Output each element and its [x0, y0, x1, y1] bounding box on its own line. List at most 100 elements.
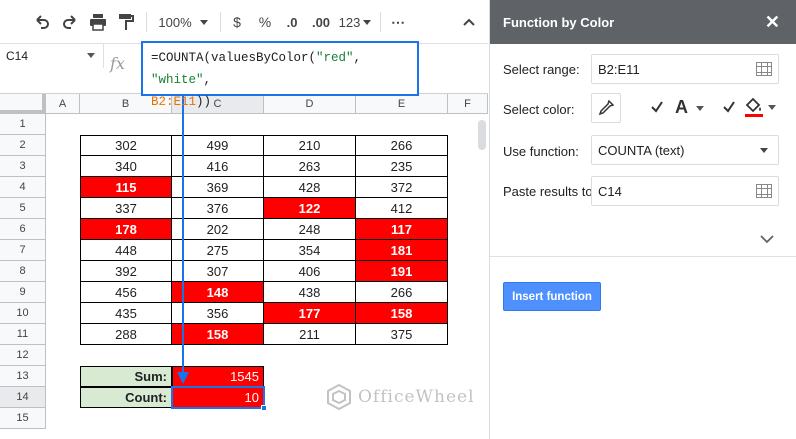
row-header-3[interactable]: 3 [0, 156, 46, 177]
use-function-value: COUNTA (text) [598, 142, 685, 158]
table-cell[interactable]: 288 [80, 324, 172, 345]
table-cell[interactable]: 337 [80, 198, 172, 219]
table-cell[interactable]: 416 [172, 156, 264, 177]
fill-handle[interactable] [261, 405, 267, 411]
table-cell[interactable]: 181 [356, 240, 448, 261]
expand-chevron-down-icon[interactable] [760, 232, 774, 247]
print-icon[interactable] [86, 10, 110, 34]
column-header-d[interactable]: D [264, 94, 356, 114]
table-cell[interactable]: 191 [356, 261, 448, 282]
table-cell[interactable]: 369 [172, 177, 264, 198]
increase-decimal-button[interactable]: .00 [308, 10, 334, 34]
row-header-5[interactable]: 5 [0, 198, 46, 219]
table-cell[interactable]: 302 [80, 135, 172, 156]
currency-button[interactable]: $ [226, 10, 248, 34]
table-cell[interactable]: 158 [356, 303, 448, 324]
table-cell[interactable]: 307 [172, 261, 264, 282]
table-cell[interactable]: 375 [356, 324, 448, 345]
table-cell[interactable]: 340 [80, 156, 172, 177]
decrease-decimal-button[interactable]: .0 [280, 10, 304, 34]
table-cell[interactable]: 117 [356, 219, 448, 240]
table-cell[interactable]: 412 [356, 198, 448, 219]
table-cell[interactable]: 456 [80, 282, 172, 303]
table-cell[interactable]: 435 [80, 303, 172, 324]
vertical-scrollbar[interactable] [478, 120, 486, 150]
table-cell[interactable]: 263 [264, 156, 356, 177]
table-cell[interactable]: 177 [264, 303, 356, 324]
table-cell[interactable]: 354 [264, 240, 356, 261]
table-cell[interactable]: 406 [264, 261, 356, 282]
insert-function-button[interactable]: Insert function [503, 282, 601, 311]
more-formats-button[interactable]: 123 [338, 10, 372, 34]
collapse-chevron-up-icon[interactable] [458, 10, 480, 34]
sum-label-cell[interactable]: Sum: [80, 366, 172, 387]
table-cell[interactable]: 266 [356, 135, 448, 156]
toolbar: 100% $ % .0 .00 123 ⋯ [0, 0, 488, 44]
use-function-select[interactable]: COUNTA (text) [591, 135, 779, 165]
undo-icon[interactable] [30, 10, 54, 34]
table-cell[interactable]: 248 [264, 219, 356, 240]
table-cell[interactable]: 376 [172, 198, 264, 219]
table-cell[interactable]: 158 [172, 324, 264, 345]
select-range-value: B2:E11 [598, 61, 640, 77]
text-color-picker[interactable]: A [675, 97, 705, 118]
row-header-13[interactable]: 13 [0, 366, 46, 387]
panel-title: Function by Color [503, 14, 615, 30]
row-header-8[interactable]: 8 [0, 261, 46, 282]
paint-format-icon[interactable] [114, 10, 138, 34]
table-cell[interactable]: 122 [264, 198, 356, 219]
row-header-1[interactable]: 1 [0, 114, 46, 135]
fill-color-picker[interactable] [744, 96, 776, 121]
column-header-a[interactable]: A [46, 94, 80, 114]
select-all-corner[interactable] [0, 94, 46, 114]
more-options-button[interactable]: ⋯ [388, 10, 408, 34]
grid-select-icon[interactable] [756, 184, 772, 198]
row-header-14[interactable]: 14 [0, 387, 46, 408]
column-header-f[interactable]: F [448, 94, 488, 114]
row-header-4[interactable]: 4 [0, 177, 46, 198]
table-cell[interactable]: 115 [80, 177, 172, 198]
select-range-input[interactable]: B2:E11 [591, 54, 779, 84]
row-header-6[interactable]: 6 [0, 219, 46, 240]
table-cell[interactable]: 275 [172, 240, 264, 261]
percent-button[interactable]: % [254, 10, 276, 34]
column-header-e[interactable]: E [356, 94, 448, 114]
table-cell[interactable]: 356 [172, 303, 264, 324]
table-cell[interactable]: 438 [264, 282, 356, 303]
table-cell[interactable]: 148 [172, 282, 264, 303]
fx-icon: fx [110, 54, 125, 73]
row-header-9[interactable]: 9 [0, 282, 46, 303]
table-cell[interactable]: 235 [356, 156, 448, 177]
table-cell[interactable]: 392 [80, 261, 172, 282]
chevron-down-icon [760, 148, 768, 153]
table-cell[interactable]: 372 [356, 177, 448, 198]
row-header-15[interactable]: 15 [0, 408, 46, 429]
table-cell[interactable]: 211 [264, 324, 356, 345]
row-header-12[interactable]: 12 [0, 345, 46, 366]
redo-icon[interactable] [58, 10, 82, 34]
table-cell[interactable]: 428 [264, 177, 356, 198]
row-header-2[interactable]: 2 [0, 135, 46, 156]
table-cell[interactable]: 266 [356, 282, 448, 303]
row-header-7[interactable]: 7 [0, 240, 46, 261]
table-cell[interactable]: 178 [80, 219, 172, 240]
sum-value-cell[interactable]: 1545 [172, 366, 264, 387]
text-color-checkbox[interactable] [650, 100, 664, 117]
table-cell[interactable]: 448 [80, 240, 172, 261]
eyedropper-button[interactable] [591, 93, 621, 123]
count-value-cell[interactable]: 10 [171, 386, 265, 409]
row-header-11[interactable]: 11 [0, 324, 46, 345]
formula-input[interactable]: =COUNTA(valuesByColor("red", "white", B2:… [141, 41, 419, 109]
name-box[interactable]: C14 [0, 44, 104, 68]
zoom-select[interactable]: 100% [154, 10, 212, 34]
fill-color-checkbox[interactable] [722, 100, 736, 117]
grid-select-icon[interactable] [756, 62, 772, 76]
table-cell[interactable]: 210 [264, 135, 356, 156]
close-icon[interactable]: ✕ [765, 12, 780, 33]
row-header-10[interactable]: 10 [0, 303, 46, 324]
table-cell[interactable]: 202 [172, 219, 264, 240]
use-function-label: Use function: [503, 144, 579, 159]
count-label-cell[interactable]: Count: [80, 387, 172, 408]
table-cell[interactable]: 499 [172, 135, 264, 156]
paste-results-input[interactable]: C14 [591, 176, 779, 206]
